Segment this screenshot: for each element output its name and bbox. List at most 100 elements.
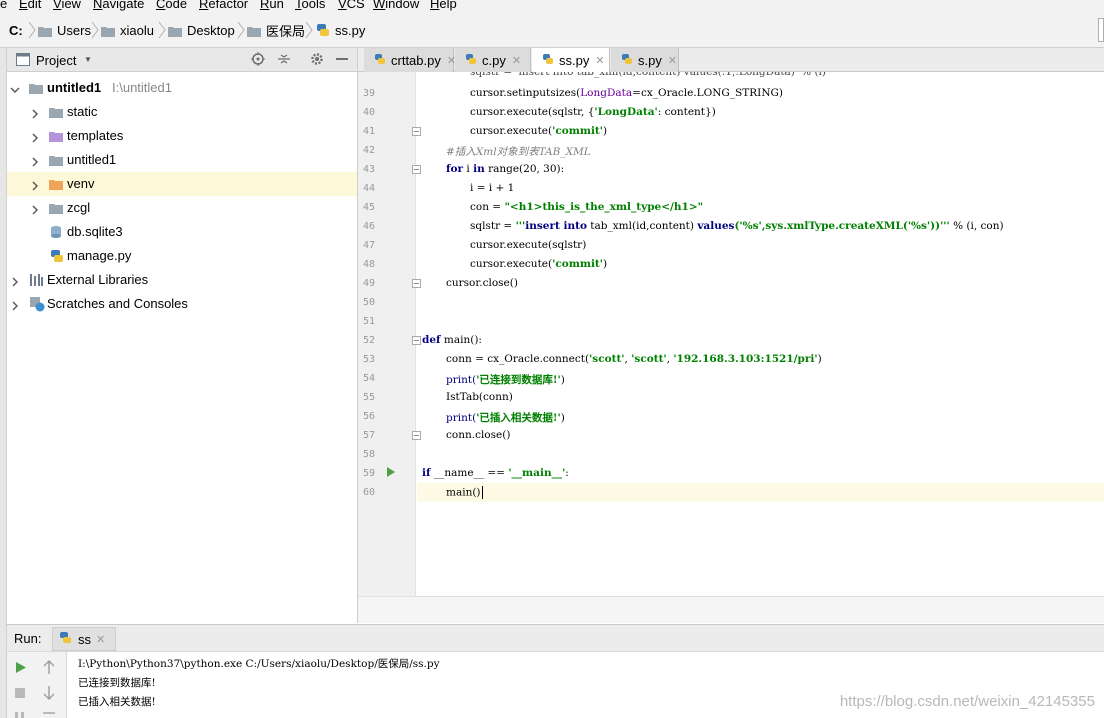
breadcrumb-folder-yibaoju[interactable]: 医保局	[247, 12, 305, 48]
tree-item-zcgl[interactable]: zcgl	[7, 196, 357, 220]
tree-item-db-sqlite3[interactable]: db.sqlite3	[7, 220, 357, 244]
tree-item-static[interactable]: static	[7, 100, 357, 124]
breadcrumb-desktop[interactable]: Desktop	[168, 12, 235, 48]
stop-icon[interactable]	[15, 688, 25, 698]
locate-icon[interactable]	[251, 52, 265, 69]
tree-item-label: db.sqlite3	[67, 224, 123, 239]
code-line-49: cursor.close()	[446, 277, 518, 289]
tree-item-external-libraries[interactable]: External Libraries	[7, 268, 357, 292]
breadcrumb-folder-yibaoju-label: 医保局	[266, 23, 306, 39]
line-number: 53	[362, 354, 375, 365]
line-number: 45	[362, 202, 375, 213]
tab-crttab[interactable]: crttab.py ✕	[364, 48, 456, 72]
tree-item-label: static	[67, 104, 98, 119]
collapse-all-icon[interactable]	[277, 52, 291, 69]
breadcrumb-separator-icon	[90, 21, 100, 39]
close-icon[interactable]: ✕	[668, 54, 677, 67]
breadcrumb-drive[interactable]: C:	[9, 12, 23, 48]
excluded-folder-icon	[49, 178, 63, 193]
arrow-up-icon[interactable]	[43, 659, 55, 678]
code-line-48: cursor.execute('commit')	[470, 258, 608, 270]
breadcrumb-users[interactable]: Users	[38, 12, 91, 48]
close-icon[interactable]: ✕	[595, 54, 604, 67]
collapsed-arrow-icon[interactable]	[11, 275, 19, 287]
watermark-text: https://blog.csdn.net/weixin_42145355	[839, 693, 1095, 710]
collapsed-arrow-icon[interactable]	[31, 131, 39, 143]
menu-item-run[interactable]: Run	[260, 0, 284, 12]
run-tab-ss[interactable]: ss ✕	[52, 627, 116, 651]
line-number: 59	[362, 468, 375, 479]
tree-item-label: manage.py	[67, 248, 132, 263]
breadcrumb-separator-icon	[27, 21, 37, 39]
code-line-43: for i in range(20, 30):	[446, 163, 565, 175]
folder-icon	[38, 25, 52, 37]
line-number: 40	[362, 107, 375, 118]
menu-item-view[interactable]: View	[53, 0, 81, 12]
tree-item-manage-py[interactable]: manage.py	[7, 244, 357, 268]
project-panel: Project ▼ untitled1 I:\untitled1 static …	[7, 48, 358, 623]
code-editor[interactable]: sqlstr = 'insert into tab_xml(id,content…	[358, 72, 1104, 596]
line-number: 57	[362, 430, 375, 441]
collapsed-arrow-icon[interactable]	[11, 299, 19, 311]
fold-marker-icon[interactable]	[412, 165, 421, 174]
breadcrumb-separator-icon	[236, 21, 246, 39]
tree-item-templates[interactable]: templates	[7, 124, 357, 148]
search-box-edge[interactable]	[1098, 18, 1104, 42]
collapsed-arrow-icon[interactable]	[31, 203, 39, 215]
tree-item-venv[interactable]: venv	[7, 172, 357, 196]
breadcrumb-users-label: Users	[57, 22, 91, 38]
menu-item-edit-partial[interactable]: e	[0, 0, 7, 12]
arrow-down-icon[interactable]	[43, 685, 55, 704]
pause-icon[interactable]	[15, 712, 18, 718]
menu-item-help[interactable]: Help	[430, 0, 457, 12]
fold-marker-icon[interactable]	[412, 431, 421, 440]
line-number: 48	[362, 259, 375, 270]
collapsed-arrow-icon[interactable]	[31, 179, 39, 191]
menu-item-edit[interactable]: Edit	[19, 0, 41, 12]
breadcrumb-file[interactable]: ss.py	[316, 12, 365, 48]
menu-item-tools[interactable]: Tools	[295, 0, 325, 12]
menu-item-vcs[interactable]: VCS	[338, 0, 365, 12]
folder-icon	[101, 25, 115, 37]
minimize-icon[interactable]	[336, 58, 348, 60]
close-icon[interactable]: ✕	[96, 633, 105, 646]
code-line-55: IstTab(conn)	[446, 391, 513, 403]
tree-item-scratches[interactable]: Scratches and Consoles	[7, 292, 357, 316]
menu-item-code[interactable]: Code	[156, 0, 187, 12]
tree-item-untitled1[interactable]: untitled1	[7, 148, 357, 172]
wrap-icon[interactable]	[43, 712, 55, 714]
code-line-47: cursor.execute(sqlstr)	[470, 239, 587, 251]
breadcrumb-xiaolu[interactable]: xiaolu	[101, 12, 154, 48]
close-icon[interactable]: ✕	[512, 54, 521, 67]
fold-marker-icon[interactable]	[412, 279, 421, 288]
gear-icon[interactable]	[310, 52, 324, 69]
run-gutter-icon[interactable]	[386, 466, 396, 478]
tree-root-path: I:\untitled1	[112, 80, 172, 95]
collapsed-arrow-icon[interactable]	[31, 107, 39, 119]
console-line-command: I:\Python\Python37\python.exe C:/Users/x…	[78, 658, 440, 670]
menu-item-window[interactable]: Window	[373, 0, 419, 12]
code-line-54: print('已连接到数据库!')	[446, 374, 565, 386]
code-line-partial: sqlstr = 'insert into tab_xml(id,content…	[470, 72, 826, 78]
fold-marker-icon[interactable]	[412, 336, 421, 345]
rerun-icon[interactable]	[15, 661, 27, 677]
expand-arrow-icon[interactable]	[10, 83, 20, 93]
fold-marker-icon[interactable]	[412, 127, 421, 136]
tree-item-root[interactable]: untitled1 I:\untitled1	[7, 76, 357, 100]
python-file-icon	[59, 631, 72, 647]
code-line-57: conn.close()	[446, 429, 511, 441]
menu-item-refactor[interactable]: Refactor	[199, 0, 248, 12]
code-line-56: print('已插入相关数据!')	[446, 412, 565, 424]
chevron-down-icon[interactable]: ▼	[84, 55, 92, 64]
tab-ss[interactable]: ss.py ✕	[532, 48, 610, 72]
line-number: 58	[362, 449, 375, 460]
menu-item-navigate[interactable]: Navigate	[93, 0, 144, 12]
collapsed-arrow-icon[interactable]	[31, 155, 39, 167]
tab-s[interactable]: s.py ✕	[611, 48, 679, 72]
tab-label: c.py	[482, 52, 506, 68]
tree-item-label: templates	[67, 128, 124, 143]
code-line-60: main()	[446, 486, 483, 499]
project-panel-title[interactable]: Project	[36, 53, 76, 68]
tab-label: s.py	[638, 52, 662, 68]
tab-c[interactable]: c.py ✕	[455, 48, 531, 72]
